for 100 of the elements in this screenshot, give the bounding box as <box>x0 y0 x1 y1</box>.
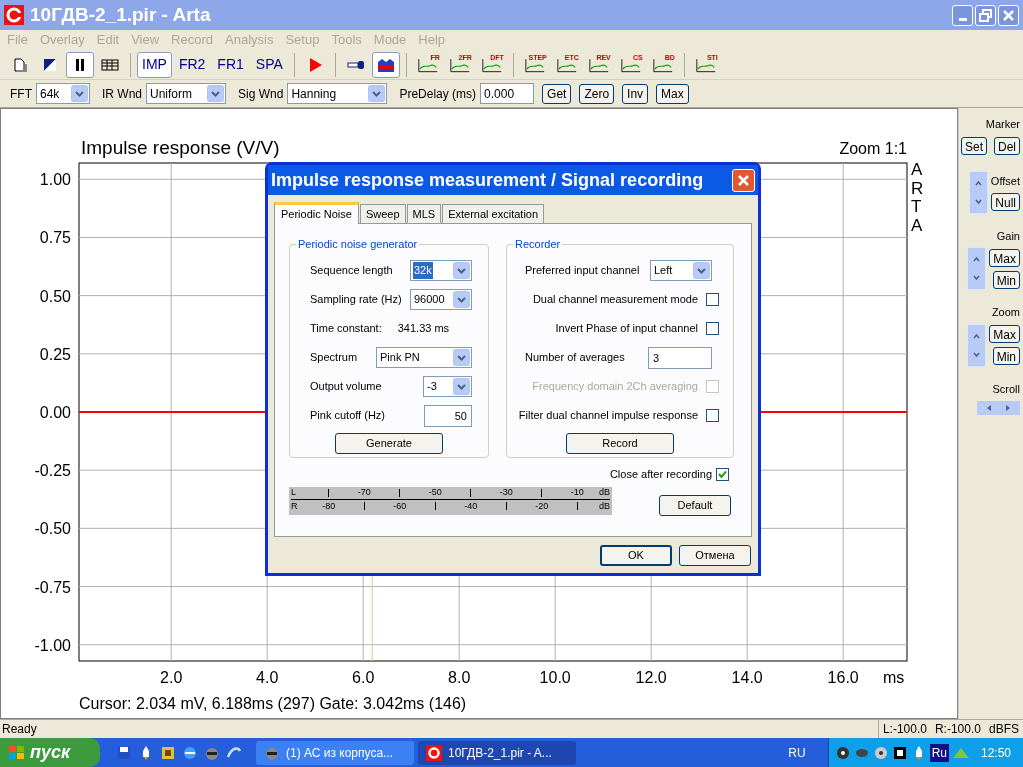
dropdown[interactable]: Uniform <box>146 83 226 104</box>
panel-button[interactable]: Max <box>989 325 1020 343</box>
meter-tick <box>470 488 472 497</box>
tab[interactable]: External excitation <box>442 204 545 223</box>
app-square-icon[interactable] <box>160 744 176 761</box>
field-label: IR Wnd <box>102 85 142 103</box>
status-text: R:-100.0 <box>933 721 982 738</box>
start-button[interactable]: пуск <box>0 738 100 767</box>
close-icon <box>737 173 750 187</box>
text-field[interactable]: 0.000 <box>480 83 535 104</box>
toolbar-button[interactable]: Get <box>542 83 572 104</box>
dialog-title: Impulse response measurement / Signal recording <box>271 168 705 192</box>
tab[interactable]: Sweep <box>359 204 406 223</box>
dropdown[interactable]: 32k <box>410 260 472 281</box>
view-tab[interactable]: SPA <box>250 51 288 78</box>
meter-tick <box>328 488 330 497</box>
toolbar-button[interactable]: Zero <box>579 83 615 104</box>
meter-unit: dB <box>599 486 610 500</box>
spinner-control[interactable] <box>968 170 988 214</box>
view-tab[interactable]: IMP <box>137 51 172 78</box>
axis-tick-label: 2.0 <box>160 669 183 686</box>
taskbar-button[interactable]: 10ГДВ-2_1.pir - A... <box>418 740 576 765</box>
dropdown[interactable]: Left <box>650 260 712 281</box>
axis-tick-label: 6.0 <box>352 669 375 686</box>
gear-icon[interactable] <box>834 744 851 761</box>
field-label: PreDelay (ms) <box>399 85 477 103</box>
checkbox-label: Close after recording <box>609 467 712 482</box>
meter-scale-label: -10 <box>569 486 585 500</box>
toolbar-button[interactable] <box>66 51 94 78</box>
horizontal-scroll-control[interactable] <box>977 401 1020 415</box>
action-button[interactable]: Generate <box>335 432 443 454</box>
axis-tick-label: -0.50 <box>34 520 71 538</box>
tab[interactable]: Periodic Noise <box>274 202 359 224</box>
checkbox-label: Invert Phase of input channel <box>555 321 698 337</box>
axis-label: ms <box>883 669 905 686</box>
meter-scale-label: -20 <box>534 499 550 513</box>
checkbox[interactable] <box>706 409 719 422</box>
dropdown[interactable]: Hanning <box>287 83 388 104</box>
action-button[interactable]: Record <box>566 432 674 454</box>
panel-button[interactable]: Min <box>992 270 1020 289</box>
field-label: Output volume <box>310 379 382 395</box>
checkbox-label: Filter dual channel impulse response <box>518 408 698 424</box>
meter-scale-label: -70 <box>356 486 372 500</box>
language-indicator: RU <box>788 744 806 762</box>
dropdown[interactable]: 64k <box>36 83 90 104</box>
panel-button[interactable]: Min <box>992 347 1020 365</box>
clock: 12:50 <box>980 744 1011 762</box>
meter-tick <box>576 502 578 511</box>
meter-scale-label: -40 <box>463 499 479 513</box>
axis-tick-label: 4.0 <box>256 669 279 686</box>
view-tab[interactable]: FR2 <box>173 51 211 78</box>
close-button[interactable] <box>998 4 1019 26</box>
toolbar-button[interactable] <box>371 51 400 78</box>
cancel-button[interactable]: Отмена <box>679 545 751 566</box>
taskbar-button[interactable]: (1) АС из корпуса... <box>256 740 414 765</box>
maximize-button[interactable] <box>975 4 996 26</box>
document-icon <box>11 55 29 74</box>
group-label: Offset <box>990 173 1020 189</box>
panel-button[interactable]: Max <box>989 248 1020 267</box>
dropdown[interactable]: -3 <box>423 376 472 397</box>
field-label: Pink cutoff (Hz) <box>310 408 385 424</box>
axis-tick-label: -1.00 <box>34 636 71 654</box>
field-label: Spectrum <box>310 350 358 366</box>
grid-icon[interactable] <box>891 744 908 761</box>
ok-button[interactable]: OK <box>600 545 672 566</box>
toolbar-button[interactable]: Inv <box>622 83 649 104</box>
tab[interactable]: MLS <box>406 204 442 223</box>
group-label: Marker <box>985 117 1020 132</box>
meter-unit: dB <box>599 499 610 513</box>
minimize-button[interactable] <box>952 4 973 26</box>
group-label: Scroll <box>992 381 1020 397</box>
dropdown[interactable]: Pink PN <box>376 347 472 368</box>
meter-scale-label: -50 <box>427 486 443 500</box>
view-tab[interactable]: FR1 <box>212 51 249 78</box>
keyboard-language[interactable]: Ru <box>929 743 949 762</box>
minimize-icon <box>958 17 967 21</box>
checkmark-icon <box>718 469 727 479</box>
spinner-control[interactable] <box>967 247 987 290</box>
status-text: Ready <box>1 721 38 738</box>
zoom-label: Zoom 1:1 <box>839 140 907 157</box>
toolbar-button[interactable]: Max <box>656 83 689 104</box>
meter-channel-label: L <box>291 486 297 500</box>
checkbox[interactable] <box>706 322 719 335</box>
group-label: Gain <box>996 228 1020 244</box>
field-label: Time constant: <box>310 321 382 337</box>
panel-button[interactable]: Set <box>960 136 987 155</box>
close-button[interactable] <box>732 168 755 192</box>
checkbox[interactable] <box>706 293 719 306</box>
text-field[interactable]: 50 <box>424 404 472 427</box>
disc-icon[interactable] <box>872 744 889 761</box>
panel-button[interactable]: Del <box>994 136 1020 155</box>
default-button[interactable]: Default <box>659 494 731 516</box>
field-label: Number of averages <box>525 350 625 366</box>
dropdown[interactable]: 96000 <box>410 289 472 310</box>
checkbox[interactable] <box>716 467 729 481</box>
text-field[interactable]: 3 <box>648 346 712 369</box>
axis-tick-label: 0.00 <box>39 404 71 421</box>
panel-button[interactable]: Null <box>991 193 1020 212</box>
spinner-control[interactable] <box>967 323 987 367</box>
browser-icon[interactable] <box>182 744 198 761</box>
